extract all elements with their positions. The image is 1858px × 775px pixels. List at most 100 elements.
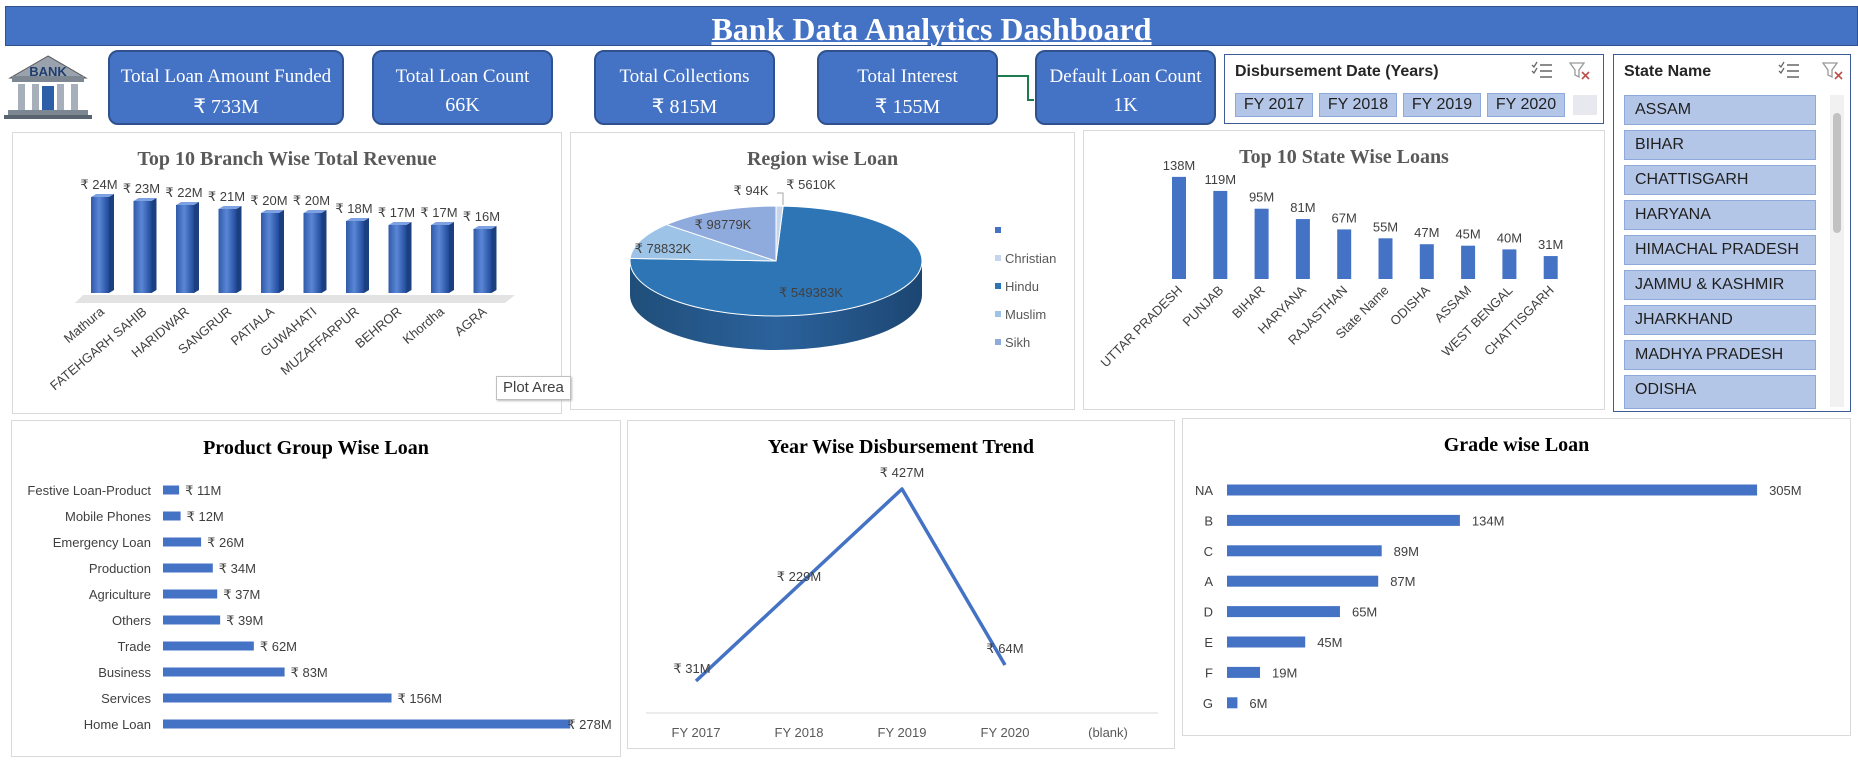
data-label: ₹ 26M <box>207 535 244 550</box>
kpi-value: 1K <box>1113 94 1138 116</box>
data-label: ₹ 11M <box>185 483 221 498</box>
data-label: 65M <box>1352 605 1377 620</box>
data-label: ₹ 22M <box>165 185 202 200</box>
region-loan-chart[interactable]: ₹ 94K ₹ 5610K ₹ 549383K ₹ 78832K₹ 98779K Chr… <box>571 133 1076 411</box>
x-tick-label: FY 2018 <box>775 725 824 740</box>
product-group-panel: Product Group Wise Loan Festive Loan-Pro… <box>11 420 621 757</box>
bar-side <box>364 218 369 293</box>
category-label: Mobile Phones <box>65 509 151 524</box>
kpi-total-collections[interactable]: Total Collections ₹ 815M <box>594 50 775 125</box>
data-label: 6M <box>1249 696 1267 711</box>
data-label: ₹ 12M <box>187 509 224 524</box>
category-label: A <box>1204 574 1213 589</box>
data-label: ₹ 94K <box>733 183 768 198</box>
bar <box>261 213 279 293</box>
data-label: ₹ 62M <box>260 639 297 654</box>
bar-side <box>406 222 412 293</box>
bar <box>1227 514 1460 526</box>
state-item-assam[interactable]: ASSAM <box>1624 95 1816 125</box>
bar-side <box>109 194 114 293</box>
data-label: ₹ 34M <box>219 561 256 576</box>
multi-select-icon[interactable] <box>1778 61 1800 81</box>
bar <box>1295 219 1310 279</box>
category-label: Agriculture <box>89 587 151 602</box>
bar <box>303 213 322 293</box>
data-label: ₹ 83M <box>291 665 328 680</box>
category-label: MUZAFFARPUR <box>278 304 362 378</box>
bar <box>1543 256 1558 279</box>
bar <box>1227 606 1340 618</box>
product-group-chart[interactable]: Festive Loan-Product ₹ 11M Mobile Phones ₹ … <box>12 421 622 758</box>
bar-side <box>449 222 454 293</box>
data-label: ₹ 18M <box>335 201 372 216</box>
bar-side <box>236 206 242 293</box>
region-loan-panel: Region wise Loan ₹ 94K ₹ 5610K ₹ 549383K ₹ … <box>570 132 1075 410</box>
kpi-total-loan-amount[interactable]: Total Loan Amount Funded ₹ 733M <box>108 50 344 125</box>
bar <box>346 221 364 293</box>
data-label: ₹ 23M <box>123 181 160 196</box>
grade-loan-chart[interactable]: NA 305M B 134M C 89M A 87M D 65M E 45M F 19M G 6M <box>1183 419 1852 737</box>
category-label: WEST BENGAL <box>1439 283 1516 360</box>
kpi-total-interest[interactable]: Total Interest ₹ 155M <box>817 50 998 125</box>
bar <box>163 641 254 651</box>
category-label: Others <box>112 613 152 628</box>
state-item-jharkhand[interactable]: JHARKHAND <box>1624 305 1816 335</box>
scrollbar-thumb[interactable] <box>1833 113 1841 233</box>
data-label: 31M <box>1538 237 1563 252</box>
bar <box>473 229 492 293</box>
bar <box>1227 697 1238 709</box>
category-label: Trade <box>118 639 151 654</box>
state-item-chattisgarh[interactable]: CHATTISGARH <box>1624 165 1816 195</box>
x-tick-label: (blank) <box>1088 725 1128 740</box>
kpi-default-loan-count[interactable]: Default Loan Count 1K <box>1035 50 1216 125</box>
data-label: 47M <box>1414 225 1439 240</box>
year-chip-fy2017[interactable]: FY 2017 <box>1235 93 1313 117</box>
year-chip-fy2020[interactable]: FY 2020 <box>1487 93 1565 117</box>
slicer-scroll-stub[interactable] <box>1573 95 1597 115</box>
state-slicer-scrollbar[interactable] <box>1830 95 1844 407</box>
bar <box>431 225 449 293</box>
category-label: Services <box>101 691 151 706</box>
bar <box>163 511 181 521</box>
year-chip-fy2019[interactable]: FY 2019 <box>1403 93 1481 117</box>
kpi-label: Total Loan Amount Funded <box>120 66 332 87</box>
state-item-bihar[interactable]: BIHAR <box>1624 130 1816 160</box>
data-label: ₹ 78832K <box>635 241 692 256</box>
disbursement-trend-chart[interactable]: ₹ 31M ₹ 229M ₹ 427M ₹ 64M FY 2017 FY 2018 FY 2… <box>628 421 1176 750</box>
clear-filter-icon[interactable] <box>1822 61 1844 81</box>
state-item-jammu-kashmir[interactable]: JAMMU & KASHMIR <box>1624 270 1816 300</box>
category-label: Emergency Loan <box>53 535 151 550</box>
state-item-haryana[interactable]: HARYANA <box>1624 200 1816 230</box>
bar <box>163 589 218 599</box>
legend-swatch <box>995 311 1001 317</box>
multi-select-icon[interactable] <box>1531 61 1553 81</box>
branch-revenue-chart[interactable]: ₹ 24MMathura₹ 23MFATEHGARH SAHIB₹ 22MHAR… <box>13 133 563 415</box>
bar <box>1227 484 1758 496</box>
bar <box>163 615 221 625</box>
bar-side <box>321 210 327 293</box>
bar <box>1254 208 1269 279</box>
state-item-himachal-pradesh[interactable]: HIMACHAL PRADESH <box>1624 235 1816 265</box>
bar <box>163 537 202 547</box>
bar <box>388 225 407 293</box>
data-label: 95M <box>1249 190 1274 205</box>
data-label: ₹ 24M <box>80 177 117 192</box>
data-label: 305M <box>1769 483 1802 498</box>
data-label: 89M <box>1394 544 1419 559</box>
data-label: ₹ 20M <box>293 193 330 208</box>
category-label: E <box>1204 635 1213 650</box>
bar <box>1213 190 1228 279</box>
kpi-total-loan-count[interactable]: Total Loan Count 66K <box>372 50 553 125</box>
data-label: ₹ 16M <box>463 209 500 224</box>
bar <box>176 205 194 293</box>
year-chip-fy2018[interactable]: FY 2018 <box>1319 93 1397 117</box>
data-label: 19M <box>1272 665 1297 680</box>
state-item-madhya-pradesh[interactable]: MADHYA PRADESH <box>1624 340 1816 370</box>
kpi-label: Total Interest <box>857 66 958 87</box>
data-label: 119M <box>1205 172 1237 187</box>
state-item-odisha[interactable]: ODISHA <box>1624 375 1816 409</box>
legend-swatch <box>995 339 1001 345</box>
clear-filter-icon[interactable] <box>1569 61 1591 81</box>
data-label: ₹ 31M <box>673 661 710 676</box>
state-loan-chart[interactable]: 138MUTTAR PRADESH119MPUNJAB95MBIHAR81MHA… <box>1084 131 1606 411</box>
